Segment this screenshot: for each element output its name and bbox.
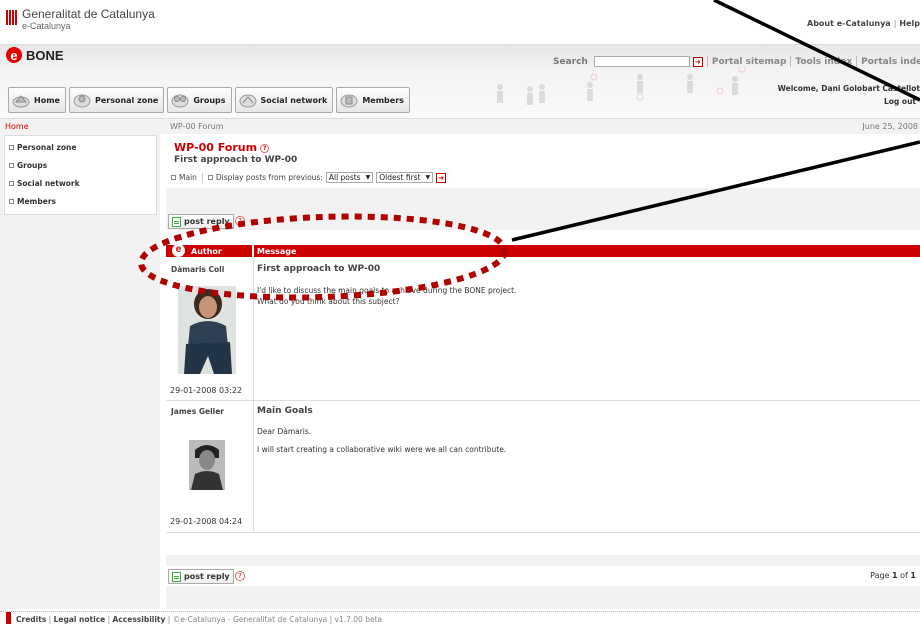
post-date: 29-01-2008 04:24 [170, 517, 243, 526]
e-logo-icon: e [172, 244, 185, 257]
search-label: Search [553, 56, 588, 67]
author-column-header: Author [191, 247, 222, 256]
social-network-icon [239, 94, 257, 108]
help-icon[interactable]: ? [235, 216, 245, 226]
personal-zone-icon [73, 94, 91, 108]
tab-personal-zone[interactable]: Personal zone [68, 87, 165, 113]
breadcrumb-forum: WP-00 Forum [170, 122, 224, 131]
bone-logo[interactable]: e BONE [6, 47, 64, 63]
post-reply-icon [172, 571, 181, 582]
tab-groups[interactable]: Groups [167, 87, 232, 113]
people-decoration-icon [497, 67, 746, 105]
help-icon[interactable]: ? [235, 571, 245, 581]
tab-members[interactable]: Members [336, 87, 410, 113]
pagination: Page 1 of 1 [870, 571, 916, 580]
generalitat-logo[interactable]: Generalitat de Catalunya e-Catalunya [6, 8, 155, 31]
chevron-down-icon: ▼ [425, 174, 431, 181]
post-author[interactable]: James Geller [171, 407, 224, 416]
sidebar-item-members[interactable]: Members [5, 192, 156, 210]
generalitat-stripes-icon [6, 10, 17, 25]
tab-groups-label: Groups [193, 95, 226, 105]
copyright: ©e-Catalunya - Generalitat de Catalunya … [172, 615, 383, 624]
current-date: June 25, 2008 [862, 122, 918, 131]
main-content: WP-00 Forum? First approach to WP-00 Mai… [166, 134, 920, 609]
filter-go-button[interactable]: ➜ [436, 172, 447, 183]
message-column-header: Message [257, 247, 297, 256]
breadcrumb-home[interactable]: Home [5, 122, 29, 131]
sidebar-item-groups[interactable]: Groups [5, 156, 156, 174]
main-link[interactable]: Main [179, 173, 197, 182]
org-name: Generalitat de Catalunya [22, 7, 155, 21]
header-band: e BONE Search ➜ Portal sitemap Tools ind… [0, 44, 920, 118]
portal-sitemap-link[interactable]: Portal sitemap [712, 57, 787, 67]
breadcrumb: Home WP-00 Forum June 25, 2008 [0, 118, 920, 134]
display-label: Display posts from previous: [215, 173, 323, 182]
members-icon [340, 94, 358, 108]
main-nav: Home Personal zone Groups Social network… [8, 87, 410, 113]
posts-table: e Author Message Dàmaris Coll First appr… [166, 230, 920, 555]
tools-index-link[interactable]: Tools index [795, 57, 852, 67]
sidebar-item-social-network[interactable]: Social network [5, 174, 156, 192]
groups-icon [171, 94, 189, 108]
about-link[interactable]: About e-Catalunya [807, 19, 891, 28]
forum-header: WP-00 Forum? First approach to WP-00 Mai… [166, 134, 920, 188]
portals-index-link[interactable]: Portals index [861, 57, 920, 67]
post-subject: First approach to WP-00 [257, 264, 381, 274]
post-date: 29-01-2008 03:22 [170, 386, 243, 395]
avatar [178, 286, 236, 374]
forum-subtitle: First approach to WP-00 [174, 155, 298, 165]
bullet-icon [9, 144, 14, 150]
filter-row: Main Display posts from previous: All po… [171, 172, 447, 183]
chevron-down-icon: ▼ [365, 174, 371, 181]
post-reply-button-top[interactable]: post reply [168, 214, 234, 229]
help-icon[interactable]: ? [260, 144, 270, 153]
e-logo-icon: e [6, 47, 22, 63]
bullet-icon [207, 175, 213, 180]
bullet-icon [171, 175, 176, 180]
post-body: Dear Dàmaris. I will start creating a co… [257, 427, 507, 454]
post-reply-icon [172, 216, 181, 227]
search-input[interactable] [593, 56, 690, 67]
org-sub: e-Catalunya [22, 21, 71, 31]
post-reply-button-bottom[interactable]: post reply [168, 569, 234, 584]
sidebar-item-personal-zone[interactable]: Personal zone [5, 138, 156, 156]
tab-home[interactable]: Home [8, 87, 66, 113]
avatar [189, 440, 225, 490]
bullet-icon [9, 162, 14, 168]
app-name: BONE [26, 47, 64, 63]
sidebar-menu: Personal zone Groups Social network Memb… [4, 135, 157, 215]
bottom-toolbar: post reply ? Page 1 of 1 [166, 566, 920, 586]
footer: Credits | Legal notice | Accessibility |… [0, 611, 920, 624]
post-author[interactable]: Dàmaris Coll [171, 265, 224, 274]
tab-members-label: Members [362, 95, 404, 105]
search-go-button[interactable]: ➜ [692, 56, 703, 67]
search-area: Search ➜ Portal sitemap Tools index Port… [553, 56, 920, 67]
top-bar: Generalitat de Catalunya e-Catalunya Abo… [0, 0, 920, 44]
bullet-icon [9, 198, 14, 204]
tab-home-label: Home [34, 95, 60, 105]
table-header: e Author Message [166, 244, 920, 257]
legal-notice-link[interactable]: Legal notice [54, 615, 106, 624]
logout-link[interactable]: Log out [884, 97, 916, 106]
order-select[interactable]: Oldest first ▼ [376, 172, 434, 183]
tab-social-network-label: Social network [260, 95, 328, 105]
page-title: WP-00 Forum? [174, 141, 270, 154]
tab-personal-zone-label: Personal zone [94, 95, 159, 105]
top-links: About e-Catalunya | Help [807, 19, 920, 28]
accessibility-link[interactable]: Accessibility [113, 615, 166, 624]
credits-link[interactable]: Credits [16, 615, 46, 624]
post-subject: Main Goals [257, 406, 313, 416]
welcome-text: Welcome, Dani Golobart Castellot [777, 84, 920, 93]
help-link[interactable]: Help [899, 19, 920, 28]
period-select[interactable]: All posts ▼ [325, 172, 374, 183]
post-body: I'd like to discuss the main goals to ac… [257, 286, 517, 306]
footer-text: Credits | Legal notice | Accessibility |… [16, 615, 383, 624]
home-icon [12, 95, 30, 108]
bullet-icon [9, 180, 14, 186]
tab-social-network[interactable]: Social network [234, 87, 334, 113]
sidebar: Personal zone Groups Social network Memb… [0, 134, 160, 609]
